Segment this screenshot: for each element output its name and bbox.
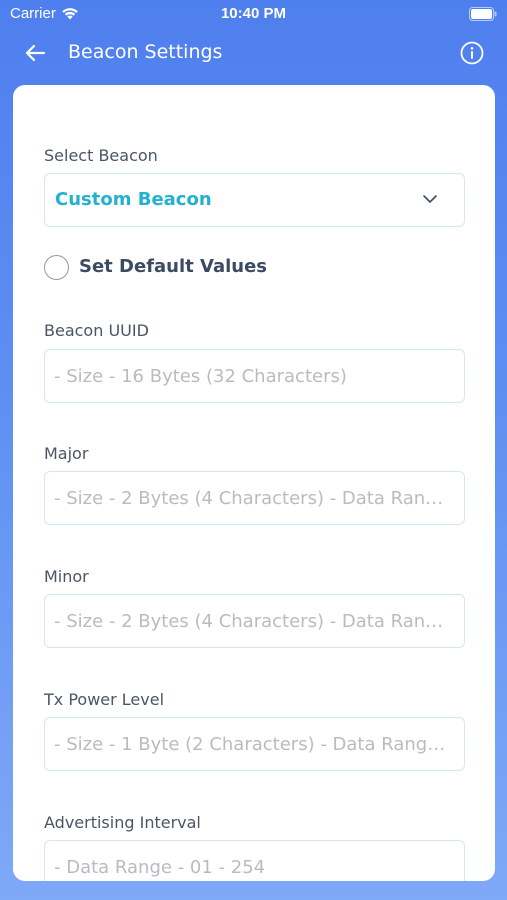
beacon-uuid-field [44,349,465,403]
status-bar: Carrier 10:40 PM [0,0,507,30]
select-beacon-label: Select Beacon [44,146,158,165]
settings-card: Select Beacon Custom Beacon Set Default … [13,85,495,881]
advertising-interval-field [44,840,465,881]
beacon-type-dropdown[interactable]: Custom Beacon [44,173,465,227]
dropdown-selected-value: Custom Beacon [55,189,212,210]
tx-power-level-label: Tx Power Level [44,690,165,709]
minor-label: Minor [44,567,89,586]
battery-icon [469,7,497,21]
advertising-interval-input[interactable] [45,841,464,881]
chevron-down-icon [423,195,437,203]
major-field [44,471,465,525]
minor-input[interactable] [45,595,464,647]
beacon-uuid-input[interactable] [45,350,464,402]
set-default-values-option[interactable]: Set Default Values [44,253,344,283]
info-circle-icon[interactable] [459,40,485,66]
beacon-uuid-label: Beacon UUID [44,321,149,340]
advertising-interval-label: Advertising Interval [44,813,201,832]
page-title: Beacon Settings [68,41,223,63]
tx-power-level-field [44,717,465,771]
navigation-bar: Beacon Settings [0,30,507,78]
set-default-values-label: Set Default Values [79,256,268,277]
major-label: Major [44,444,89,463]
radio-button[interactable] [44,255,69,280]
clock-time: 10:40 PM [220,5,287,22]
tx-power-level-input[interactable] [45,718,464,770]
major-input[interactable] [45,472,464,524]
minor-field [44,594,465,648]
arrow-left-icon[interactable] [22,40,48,66]
